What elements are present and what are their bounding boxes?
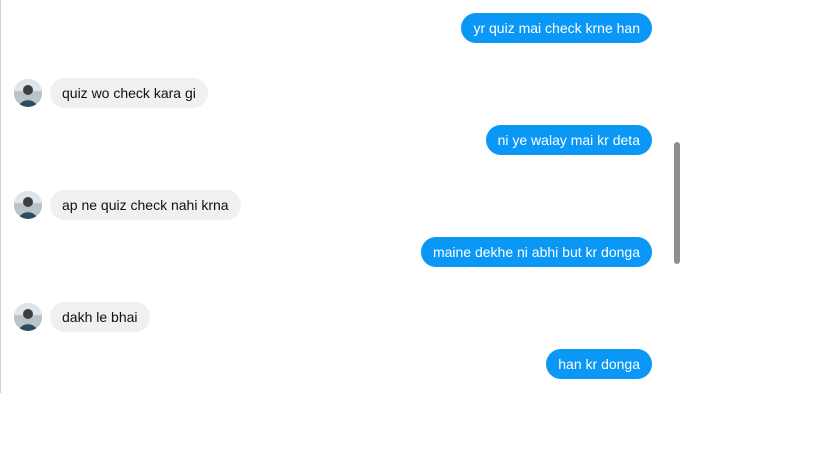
person-photo-icon — [14, 191, 42, 219]
incoming-message-bubble[interactable]: dakh le bhai — [50, 302, 150, 332]
contact-avatar[interactable] — [14, 79, 42, 107]
message-thread[interactable]: yr quiz mai check krne han quiz wo check… — [0, 0, 819, 393]
outgoing-message-bubble[interactable]: yr quiz mai check krne han — [461, 13, 652, 43]
outgoing-message-bubble[interactable]: ni ye walay mai kr deta — [485, 125, 652, 155]
scrollbar-thumb[interactable] — [674, 142, 680, 264]
person-photo-icon — [14, 303, 42, 331]
person-photo-icon — [14, 79, 42, 107]
outgoing-message-bubble[interactable]: han kr donga — [546, 349, 652, 379]
incoming-message-bubble[interactable]: ap ne quiz check nahi krna — [50, 190, 241, 220]
contact-avatar[interactable] — [14, 191, 42, 219]
outgoing-message-bubble[interactable]: maine dekhe ni abhi but kr donga — [420, 237, 652, 267]
contact-avatar[interactable] — [14, 303, 42, 331]
incoming-message-bubble[interactable]: quiz wo check kara gi — [50, 78, 208, 108]
